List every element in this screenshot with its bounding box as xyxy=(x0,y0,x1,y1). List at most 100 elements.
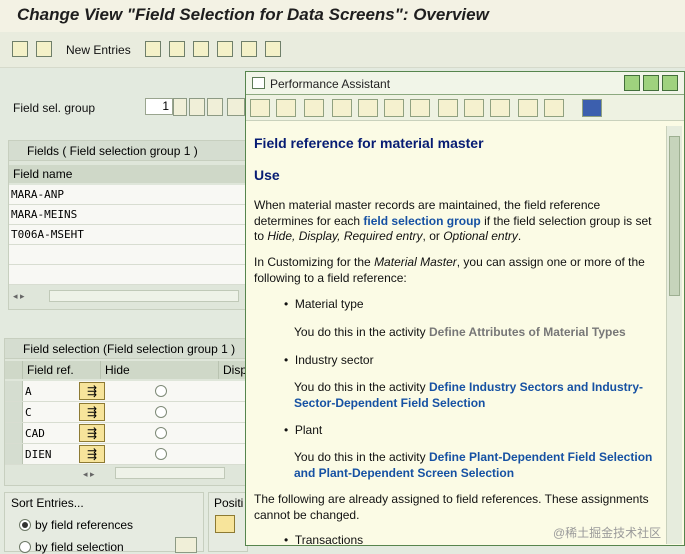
radio-by-field-selection[interactable] xyxy=(19,541,31,553)
row-selector[interactable] xyxy=(5,381,23,401)
export-icon[interactable] xyxy=(544,99,564,117)
close-x-icon[interactable] xyxy=(582,99,602,117)
row-field-ref: DIEN xyxy=(25,448,52,461)
hide-radio[interactable] xyxy=(155,406,167,418)
row-selector[interactable] xyxy=(5,423,23,443)
table-row[interactable]: CAD ⇶ xyxy=(5,423,249,444)
pa-vertical-scrollbar[interactable] xyxy=(666,126,682,544)
horizontal-scrollbar[interactable] xyxy=(115,467,225,479)
sub-text-3: You do this in the activity Define Plant… xyxy=(294,450,653,480)
forward-icon[interactable] xyxy=(276,99,296,117)
edit-icon[interactable] xyxy=(358,99,378,117)
table-row[interactable]: DIEN ⇶ xyxy=(5,444,249,465)
deselect-all-icon[interactable] xyxy=(265,41,281,57)
table-row[interactable] xyxy=(9,265,249,285)
table-row[interactable]: MARA-MEINS xyxy=(9,205,249,225)
row-field-ref: CAD xyxy=(25,427,45,440)
technical-info-icon[interactable] xyxy=(332,99,352,117)
close-icon[interactable] xyxy=(662,75,678,91)
find-icon[interactable] xyxy=(36,41,52,57)
field-selection-table: Field selection (Field selection group 1… xyxy=(4,338,249,486)
maximize-icon[interactable] xyxy=(643,75,659,91)
select-column[interactable] xyxy=(5,361,23,379)
bullet-transactions: • Transactions xyxy=(284,533,364,545)
sub-text-2: You do this in the activity Define Indus… xyxy=(294,380,644,410)
window-icon xyxy=(252,77,265,89)
row-selector[interactable] xyxy=(5,402,23,422)
row-field-name: MARA-ANP xyxy=(11,188,64,201)
detail-button[interactable]: ⇶ xyxy=(79,403,105,421)
settings-icon[interactable] xyxy=(464,99,484,117)
hide-radio[interactable] xyxy=(155,427,167,439)
sort-entries-panel: Sort Entries... by field references by f… xyxy=(4,492,204,554)
first-page-icon[interactable] xyxy=(189,98,205,116)
position-button[interactable] xyxy=(215,515,235,533)
scroll-arrows-icon[interactable]: ◂ ▸ xyxy=(83,469,95,480)
detail-button[interactable]: ⇶ xyxy=(79,382,105,400)
watermark: @稀土掘金技术社区 xyxy=(553,526,662,540)
copy-icon[interactable] xyxy=(145,41,161,57)
sub-text-1: You do this in the activity Define Attri… xyxy=(294,325,626,339)
row-field-name: T006A-MSEHT xyxy=(11,228,84,241)
detail-button[interactable]: ⇶ xyxy=(79,424,105,442)
detail-button[interactable]: ⇶ xyxy=(79,445,105,463)
pa-content: Field reference for material master Use … xyxy=(246,125,664,545)
undo-icon[interactable] xyxy=(193,41,209,57)
select-all-icon[interactable] xyxy=(217,41,233,57)
row-field-ref: C xyxy=(25,406,32,419)
table-row[interactable]: A ⇶ xyxy=(5,381,249,402)
radio-by-field-references[interactable] xyxy=(19,519,31,531)
col-field-ref[interactable]: Field ref. xyxy=(23,361,101,379)
pa-title-bar[interactable]: Performance Assistant xyxy=(246,72,684,95)
row-field-ref: A xyxy=(25,385,32,398)
pa-toolbar xyxy=(246,95,684,121)
row-selector[interactable] xyxy=(5,444,23,464)
table-row[interactable]: MARA-ANP xyxy=(9,185,249,205)
row-field-name: MARA-MEINS xyxy=(11,208,78,221)
pa-paragraph-3: The following are already assigned to fi… xyxy=(254,492,649,522)
hide-radio[interactable] xyxy=(155,385,167,397)
table-row[interactable]: C ⇶ xyxy=(5,402,249,423)
minimize-icon[interactable] xyxy=(624,75,640,91)
scroll-arrows-icon[interactable]: ◂ ▸ xyxy=(13,291,25,302)
pa-paragraph-2: In Customizing for the Material Master, … xyxy=(254,255,645,285)
select-block-icon[interactable] xyxy=(241,41,257,57)
copy-small-icon[interactable] xyxy=(173,98,187,116)
bullet-plant: • Plant xyxy=(284,423,323,437)
users-icon[interactable] xyxy=(410,99,430,117)
table-row[interactable]: T006A-MSEHT xyxy=(9,225,249,245)
bullet-industry-sector: • Industry sector xyxy=(284,353,374,367)
book-icon[interactable] xyxy=(304,99,324,117)
col-field-name[interactable]: Field name xyxy=(9,165,247,183)
table-row[interactable] xyxy=(9,245,249,265)
prev-page-icon[interactable] xyxy=(207,98,223,116)
hide-radio[interactable] xyxy=(155,448,167,460)
print-icon[interactable] xyxy=(518,99,538,117)
position-label: Positi xyxy=(214,496,244,510)
next-page-icon[interactable] xyxy=(227,98,245,116)
table-icon[interactable] xyxy=(438,99,458,117)
page-title: Change View "Field Selection for Data Sc… xyxy=(17,5,489,24)
fields-table-header: Fields ( Field selection group 1 ) xyxy=(9,141,247,161)
copy-icon[interactable] xyxy=(490,99,510,117)
link-define-attributes[interactable]: Define Attributes of Material Types xyxy=(429,325,626,339)
new-entries-button[interactable]: New Entries xyxy=(66,43,131,57)
pa-title: Performance Assistant xyxy=(270,77,391,91)
radio-label: by field selection xyxy=(35,540,124,554)
display-change-icon[interactable] xyxy=(12,41,28,57)
performance-assistant-window: Performance Assistant Field reference fo… xyxy=(245,71,685,546)
horizontal-scrollbar[interactable] xyxy=(49,290,239,302)
delete-icon[interactable] xyxy=(169,41,185,57)
radio-label: by field references xyxy=(35,518,134,532)
back-icon[interactable] xyxy=(250,99,270,117)
sort-execute-icon[interactable] xyxy=(175,537,197,553)
note-icon[interactable] xyxy=(384,99,404,117)
pa-heading: Field reference for material master xyxy=(254,135,484,151)
scroll-thumb[interactable] xyxy=(669,136,680,296)
field-sel-group-label: Field sel. group xyxy=(13,101,96,115)
selection-table-header: Field selection (Field selection group 1… xyxy=(5,339,247,359)
field-sel-group-input[interactable]: 1 xyxy=(145,98,173,115)
link-field-selection-group[interactable]: field selection group xyxy=(363,214,480,228)
toolbar: New Entries xyxy=(0,32,685,68)
col-hide[interactable]: Hide xyxy=(101,361,219,379)
